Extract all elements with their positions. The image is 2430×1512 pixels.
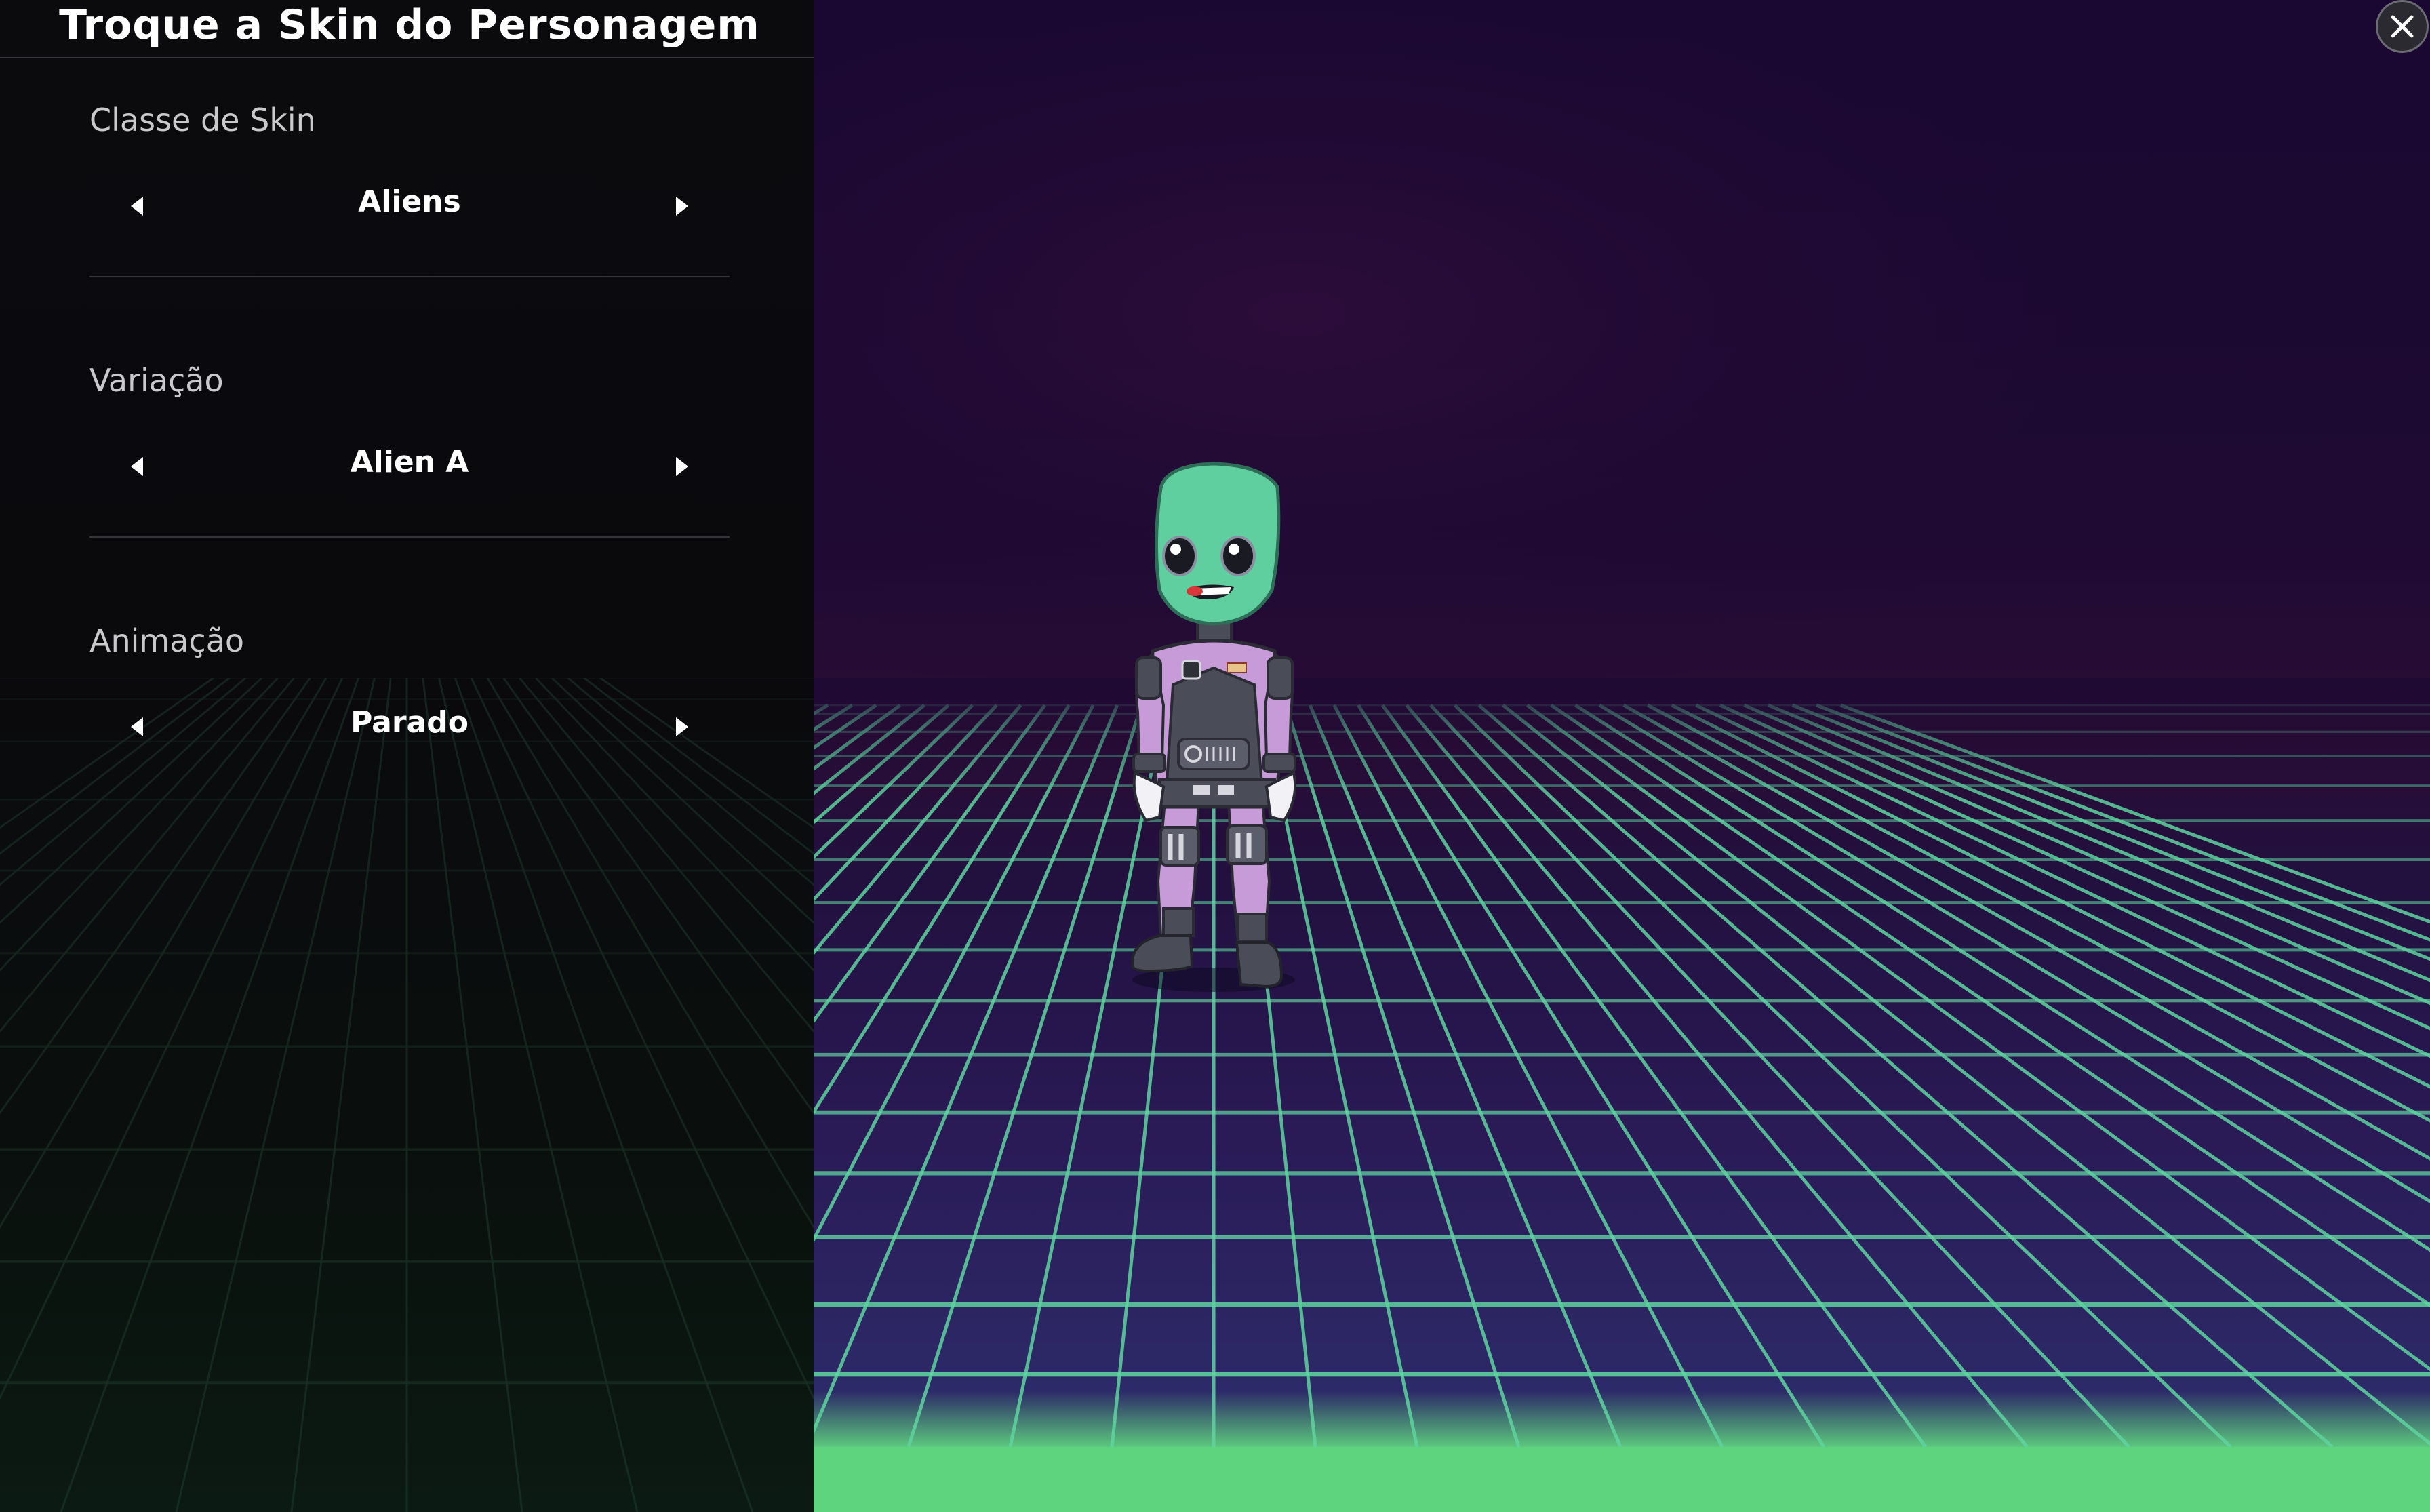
- skin-class-next-button[interactable]: [662, 186, 702, 226]
- skin-settings-panel: Troque a Skin do Personagem Classe de Sk…: [0, 0, 814, 1512]
- grid-line: [175, 678, 376, 1512]
- variation-selector: Alien A: [89, 430, 730, 498]
- skin-class-label: Classe de Skin: [89, 102, 316, 138]
- grid-line: [470, 678, 814, 1401]
- close-button[interactable]: [2376, 0, 2429, 53]
- sky-glow: [814, 0, 2430, 746]
- divider: [89, 276, 730, 277]
- grid-line: [519, 678, 814, 1033]
- grid-line: [551, 678, 814, 924]
- caret-left-icon: [131, 717, 143, 736]
- grid-line: [0, 678, 279, 972]
- animation-selector: Parado: [89, 690, 730, 758]
- caret-right-icon: [676, 197, 688, 216]
- panel-header: Troque a Skin do Personagem: [0, 0, 814, 58]
- caret-left-icon: [131, 457, 143, 476]
- skin-editor-screen: Troque a Skin do Personagem Classe de Sk…: [0, 0, 2430, 1512]
- caret-left-icon: [131, 197, 143, 216]
- animation-label: Animação: [89, 622, 245, 659]
- grid-line: [0, 678, 327, 1229]
- character-preview-viewport[interactable]: [814, 0, 2430, 1512]
- close-icon: [2391, 15, 2414, 38]
- grid-line: [422, 678, 523, 1512]
- caret-right-icon: [676, 717, 688, 736]
- variation-option: Variação Alien A: [89, 362, 730, 538]
- animation-value: Parado: [351, 705, 469, 740]
- grid-line: [502, 678, 814, 1115]
- animation-prev-button[interactable]: [117, 707, 157, 747]
- grid-line: [60, 678, 360, 1512]
- skin-class-option: Classe de Skin Aliens: [89, 102, 730, 278]
- grid-line: [454, 678, 754, 1512]
- skin-class-selector: Aliens: [89, 170, 730, 237]
- grid-line: [0, 678, 311, 1115]
- grid-line: [0, 678, 295, 1033]
- skin-class-value: Aliens: [358, 184, 461, 219]
- caret-right-icon: [676, 457, 688, 476]
- divider: [89, 536, 730, 538]
- floor-edge-glow: [814, 1447, 2430, 1512]
- variation-next-button[interactable]: [662, 446, 702, 487]
- variation-prev-button[interactable]: [117, 446, 157, 487]
- preview-scene: [814, 0, 2430, 1512]
- grid-line: [290, 678, 392, 1512]
- animation-option: Animação Parado: [89, 622, 730, 772]
- grid-line: [486, 678, 814, 1229]
- variation-label: Variação: [89, 362, 224, 399]
- grid-line: [0, 678, 344, 1401]
- skin-class-prev-button[interactable]: [117, 186, 157, 226]
- variation-value: Alien A: [350, 445, 469, 479]
- animation-next-button[interactable]: [662, 707, 702, 747]
- panel-background-grid: [0, 678, 814, 1512]
- horizon-fade: [814, 678, 2430, 1085]
- page-title: Troque a Skin do Personagem: [59, 1, 760, 49]
- grid-line: [0, 678, 263, 924]
- grid-line: [438, 678, 639, 1512]
- grid-line: [535, 678, 814, 972]
